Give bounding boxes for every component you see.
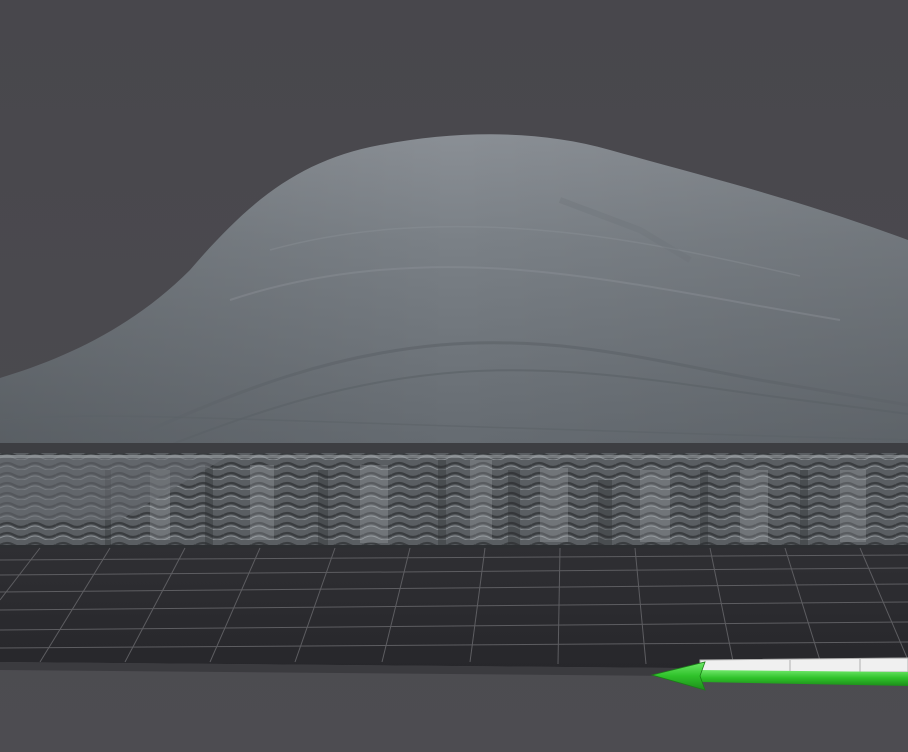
printed-layers[interactable] (0, 453, 908, 549)
y-axis-bar (699, 657, 908, 673)
3d-viewport[interactable] (0, 0, 908, 752)
scene-canvas[interactable] (0, 0, 908, 752)
build-plate[interactable] (0, 547, 908, 678)
